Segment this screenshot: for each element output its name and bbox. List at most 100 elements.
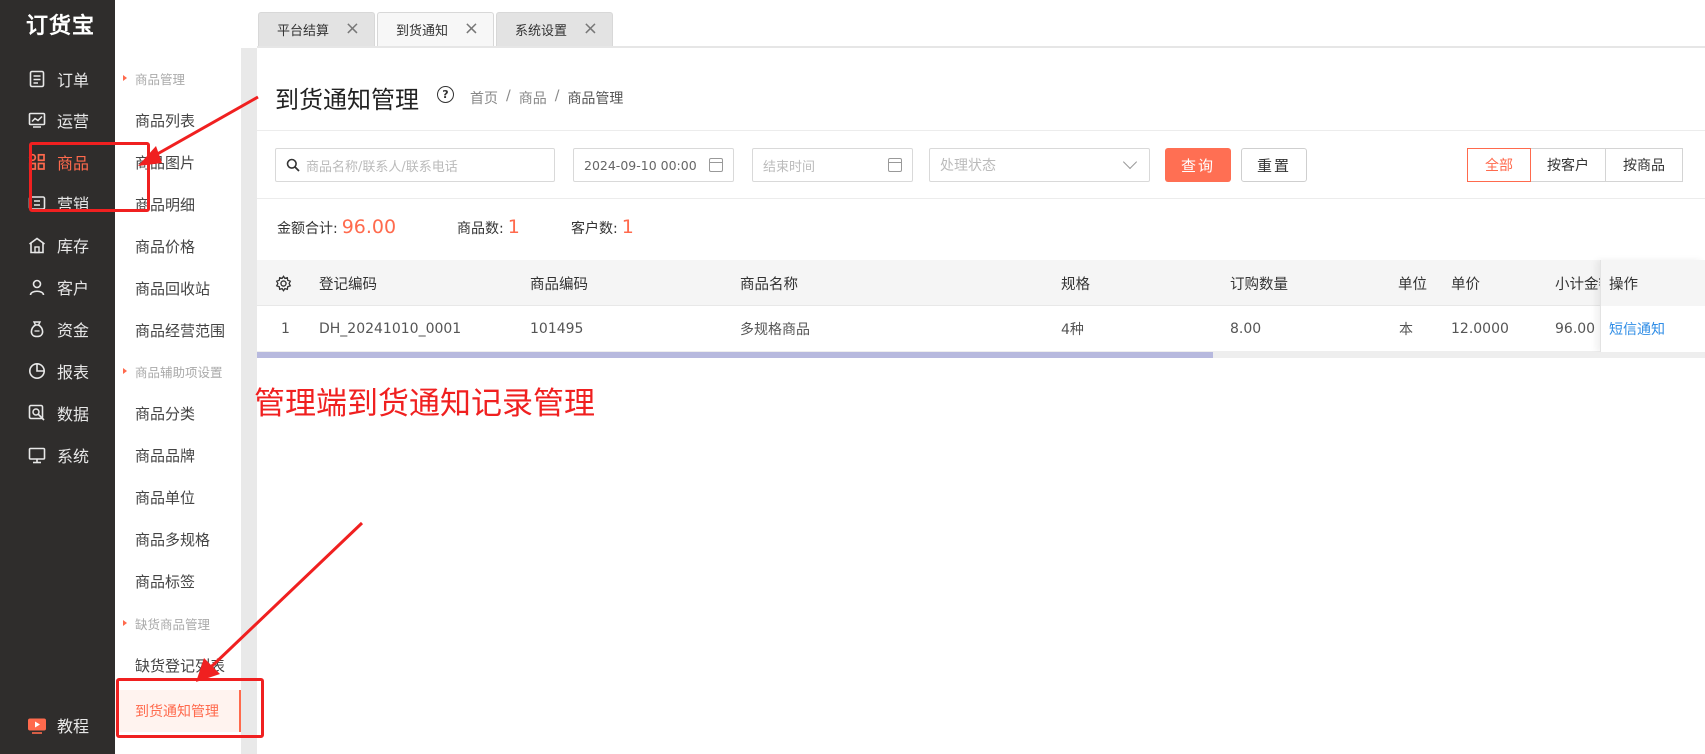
search-placeholder: 商品名称/联系人/联系电话 bbox=[306, 159, 458, 175]
submenu-item-category[interactable]: 商品分类 bbox=[115, 396, 241, 430]
submenu-item-unit[interactable]: 商品单位 bbox=[115, 480, 241, 514]
breadcrumb-home[interactable]: 首页 bbox=[470, 88, 498, 108]
nav-item-operations[interactable]: 运营 bbox=[0, 100, 115, 140]
submenu-group-auxiliary: 商品辅助项设置 bbox=[115, 356, 241, 386]
nav-label: 资金 bbox=[57, 321, 90, 340]
chevron-down-icon bbox=[1122, 154, 1138, 170]
tab-label: 平台结算 bbox=[277, 24, 330, 39]
nav-label: 库存 bbox=[57, 237, 90, 256]
tab-bar: 平台结算 × 到货通知 × 系统设置 × bbox=[241, 0, 1705, 48]
col-header-goods-name: 商品名称 bbox=[740, 276, 798, 293]
close-icon[interactable]: × bbox=[464, 19, 479, 39]
submenu-item-goods-list[interactable]: 商品列表 bbox=[115, 103, 241, 137]
search-input[interactable]: 商品名称/联系人/联系电话 bbox=[275, 148, 555, 182]
reset-button[interactable]: 重置 bbox=[1241, 148, 1307, 182]
tab-arrival-notice[interactable]: 到货通知 × bbox=[377, 12, 494, 46]
goods-count-value: 1 bbox=[507, 216, 520, 238]
monitor-icon bbox=[27, 445, 47, 465]
submenu-item-goods-price[interactable]: 商品价格 bbox=[115, 229, 241, 263]
action-column: 操作 短信通知 bbox=[1600, 260, 1705, 352]
nav-item-inventory[interactable]: 库存 bbox=[0, 225, 115, 265]
caret-right-icon bbox=[123, 620, 127, 626]
amount-value: 96.00 bbox=[341, 216, 397, 238]
breadcrumb: 首页 / 商品 / 商品管理 bbox=[470, 88, 624, 108]
nav-label: 报表 bbox=[57, 363, 90, 382]
submenu-item-stockout-register[interactable]: 缺货登记列表 bbox=[115, 648, 241, 682]
table-horizontal-scrollbar[interactable] bbox=[257, 352, 1705, 358]
filter-divider bbox=[257, 198, 1705, 199]
submenu-group-out-of-stock: 缺货商品管理 bbox=[115, 608, 241, 638]
start-time-picker[interactable]: 2024-09-10 00:00 bbox=[573, 148, 734, 182]
col-header-goods-code: 商品编码 bbox=[530, 276, 588, 293]
cell-price: 12.0000 bbox=[1451, 321, 1509, 337]
nav-label: 教程 bbox=[57, 717, 90, 736]
nav-item-customers[interactable]: 客户 bbox=[0, 267, 115, 307]
segment-by-customer[interactable]: 按客户 bbox=[1530, 148, 1606, 182]
end-time-picker[interactable]: 结束时间 bbox=[752, 148, 913, 182]
close-icon[interactable]: × bbox=[345, 19, 360, 39]
breadcrumb-goods[interactable]: 商品 bbox=[519, 88, 547, 108]
app-logo: 订货宝 bbox=[26, 14, 96, 39]
nav-item-data[interactable]: 数据 bbox=[0, 393, 115, 433]
col-header-spec: 规格 bbox=[1061, 276, 1090, 293]
segment-by-goods[interactable]: 按商品 bbox=[1605, 148, 1683, 182]
col-header-qty: 订购数量 bbox=[1230, 276, 1288, 293]
submenu-group-goods-management: 商品管理 bbox=[115, 63, 241, 93]
nav-label: 订单 bbox=[57, 71, 90, 90]
nav-item-system[interactable]: 系统 bbox=[0, 435, 115, 475]
submenu-item-business-scope[interactable]: 商品经营范围 bbox=[115, 313, 241, 347]
caret-right-icon bbox=[123, 368, 127, 374]
cell-unit: 本 bbox=[1399, 322, 1413, 338]
nav-item-funds[interactable]: 资金 bbox=[0, 309, 115, 349]
nav-item-tutorial[interactable]: 教程 bbox=[0, 705, 115, 745]
breadcrumb-current: 商品管理 bbox=[567, 91, 624, 107]
submenu-item-tags[interactable]: 商品标签 bbox=[115, 564, 241, 598]
end-time-placeholder: 结束时间 bbox=[763, 159, 816, 175]
annotation-caption: 管理端到货通知记录管理 bbox=[254, 386, 595, 422]
layout-gutter bbox=[241, 0, 257, 754]
video-icon bbox=[27, 715, 47, 735]
cell-code: DH_20241010_0001 bbox=[319, 321, 462, 337]
table-row[interactable]: 1 DH_20241010_0001 101495 多规格商品 4种 8.00 … bbox=[257, 306, 1705, 352]
caret-right-icon bbox=[123, 75, 127, 81]
annotation-box-goods-nav bbox=[29, 142, 150, 212]
scrollbar-thumb[interactable] bbox=[257, 352, 1213, 358]
money-bag-icon bbox=[27, 319, 47, 339]
header-divider bbox=[257, 130, 1705, 131]
col-header-price: 单价 bbox=[1451, 276, 1480, 293]
view-mode-segment: 全部 按客户 按商品 bbox=[1467, 148, 1683, 182]
row-index: 1 bbox=[281, 321, 290, 337]
calendar-icon bbox=[888, 158, 902, 172]
stat-customer-count: 客户数: 1 bbox=[571, 216, 634, 238]
query-button[interactable]: 查询 bbox=[1165, 148, 1231, 182]
search-icon bbox=[286, 158, 300, 172]
start-time-value: 2024-09-10 00:00 bbox=[584, 157, 697, 173]
nav-label: 数据 bbox=[57, 405, 90, 424]
stat-goods-count: 商品数: 1 bbox=[457, 216, 520, 238]
status-select[interactable]: 处理状态 bbox=[929, 148, 1150, 182]
cell-spec: 4种 bbox=[1061, 322, 1084, 338]
column-settings-icon[interactable] bbox=[275, 260, 292, 306]
calendar-icon bbox=[709, 158, 723, 172]
tab-system-settings[interactable]: 系统设置 × bbox=[496, 12, 613, 46]
data-search-icon bbox=[27, 403, 47, 423]
nav-item-orders[interactable]: 订单 bbox=[0, 59, 115, 99]
cell-goods-code: 101495 bbox=[530, 321, 584, 337]
segment-all[interactable]: 全部 bbox=[1467, 148, 1531, 182]
submenu-item-recycle-bin[interactable]: 商品回收站 bbox=[115, 271, 241, 305]
sms-notify-link[interactable]: 短信通知 bbox=[1601, 306, 1705, 352]
cell-subtotal: 96.00 bbox=[1555, 321, 1596, 337]
warehouse-icon bbox=[27, 235, 47, 255]
user-icon bbox=[27, 277, 47, 297]
annotation-box-arrival-menu bbox=[116, 678, 264, 738]
page-title: 到货通知管理 bbox=[275, 86, 419, 114]
tab-platform-settlement[interactable]: 平台结算 × bbox=[258, 12, 375, 46]
col-header-subtotal: 小计金额 bbox=[1555, 276, 1600, 293]
close-icon[interactable]: × bbox=[583, 19, 598, 39]
tab-label: 到货通知 bbox=[396, 24, 449, 39]
submenu-item-brand[interactable]: 商品品牌 bbox=[115, 438, 241, 472]
submenu-item-multi-spec[interactable]: 商品多规格 bbox=[115, 522, 241, 556]
nav-item-reports[interactable]: 报表 bbox=[0, 351, 115, 391]
col-header-unit: 单位 bbox=[1398, 276, 1427, 293]
help-icon[interactable]: ? bbox=[437, 86, 454, 103]
